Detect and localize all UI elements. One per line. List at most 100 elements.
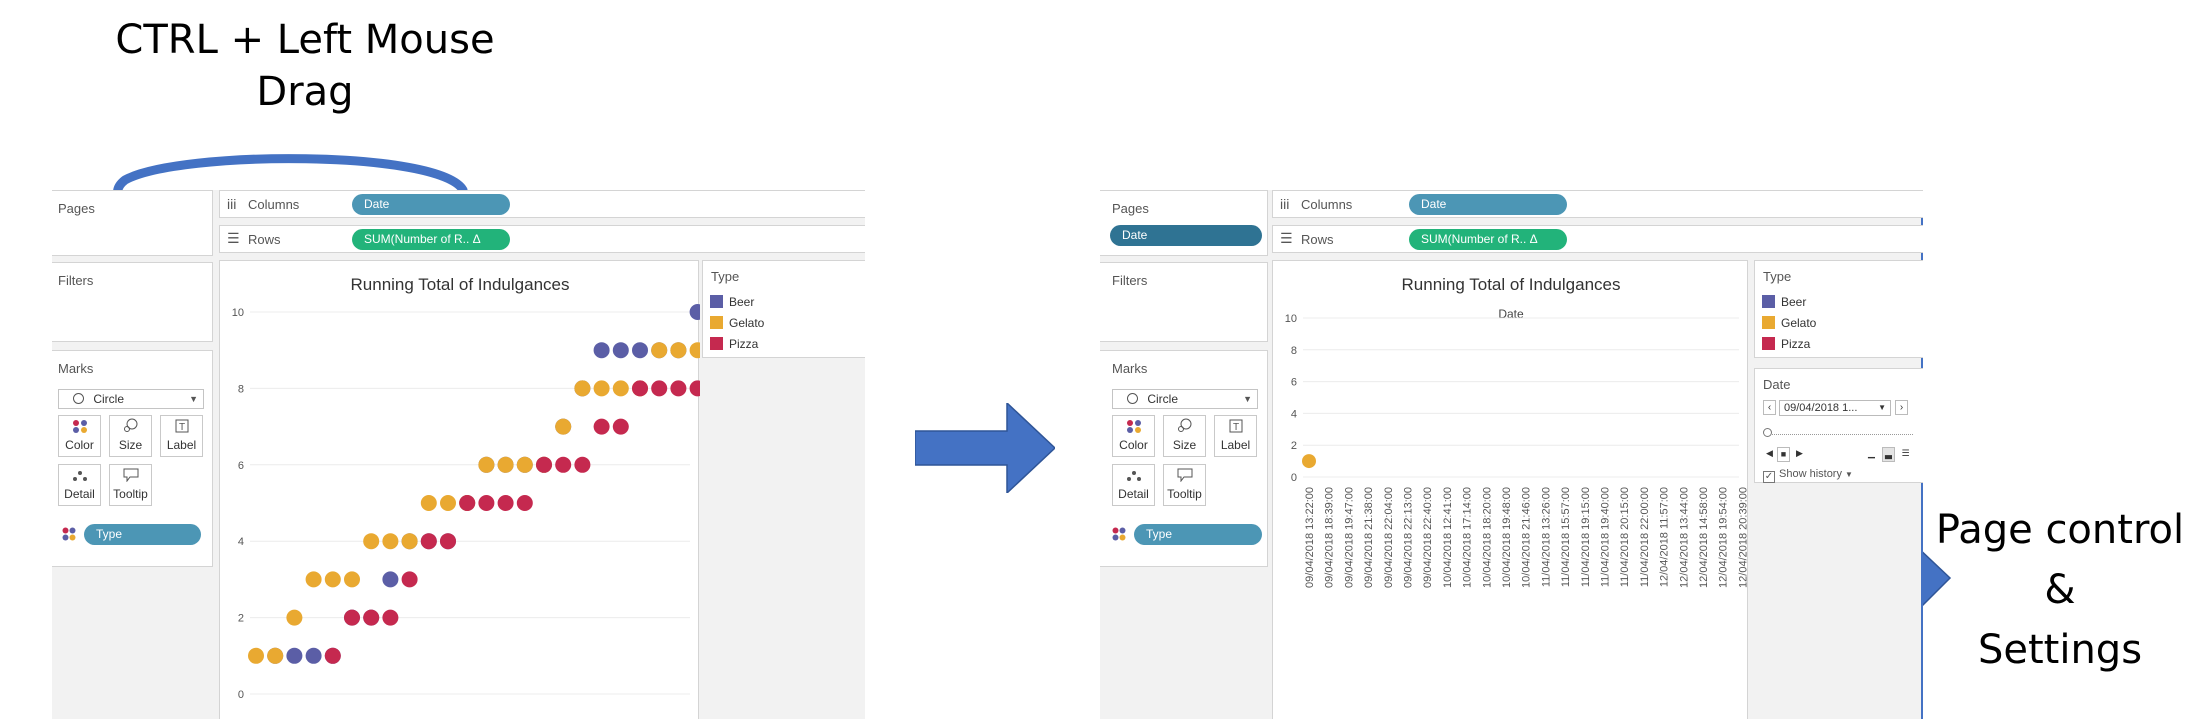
mark-type-dropdown[interactable]: Circle ▼: [58, 389, 204, 409]
data-point-gelato[interactable]: [305, 571, 322, 588]
data-point-gelato[interactable]: [497, 456, 514, 473]
svg-text:T: T: [1233, 422, 1239, 433]
page-value-dropdown[interactable]: 09/04/2018 1... ▼: [1779, 400, 1891, 416]
page-control-title: Date: [1763, 377, 1791, 392]
columns-shelf-after[interactable]: iii Columns Date: [1272, 190, 1923, 218]
legend-item-pizza[interactable]: Pizza: [710, 337, 758, 351]
rows-shelf-after[interactable]: ☰ Rows SUM(Number of R.. Δ: [1272, 225, 1923, 253]
label-button[interactable]: T Label: [160, 415, 203, 457]
date-column-pill-after[interactable]: Date: [1409, 194, 1567, 215]
date-column-pill[interactable]: Date: [352, 194, 510, 215]
data-point-pizza[interactable]: [555, 456, 572, 473]
speed-slow-button[interactable]: ▁: [1865, 447, 1878, 462]
page-slider-handle[interactable]: [1763, 428, 1772, 437]
data-point-beer[interactable]: [382, 571, 399, 588]
data-point-beer[interactable]: [305, 647, 322, 664]
data-point-pizza[interactable]: [670, 380, 687, 397]
data-point-gelato[interactable]: [555, 418, 572, 435]
play-forward-button[interactable]: ▶: [1793, 447, 1806, 462]
filters-shelf-after[interactable]: Filters: [1100, 262, 1268, 342]
data-point-gelato[interactable]: [478, 456, 495, 473]
label-button-after[interactable]: T Label: [1214, 415, 1257, 457]
data-point-gelato[interactable]: [248, 647, 264, 664]
pages-shelf-after[interactable]: Pages Date: [1100, 190, 1268, 256]
detail-button-after[interactable]: Detail: [1112, 464, 1155, 506]
data-point-gelato[interactable]: [612, 380, 629, 397]
pages-shelf[interactable]: Pages: [52, 190, 213, 256]
speed-fast-button[interactable]: ☰: [1899, 447, 1912, 462]
data-point-beer[interactable]: [286, 647, 303, 664]
data-point-pizza[interactable]: [593, 418, 610, 435]
legend-item-beer-after[interactable]: Beer: [1762, 295, 1806, 309]
data-point-pizza[interactable]: [651, 380, 668, 397]
data-point-pizza[interactable]: [497, 495, 514, 511]
legend-item-gelato[interactable]: Gelato: [710, 316, 764, 330]
beer-swatch: [710, 295, 723, 308]
x-tick-label: 11/04/2018 19:15:00: [1580, 487, 1592, 587]
type-color-pill-after[interactable]: Type: [1134, 524, 1262, 545]
play-backward-button[interactable]: ◀: [1763, 447, 1776, 462]
date-pages-pill[interactable]: Date: [1110, 225, 1262, 246]
data-point-pizza[interactable]: [420, 533, 437, 550]
detail-button[interactable]: Detail: [58, 464, 101, 506]
data-point-pizza[interactable]: [612, 418, 629, 435]
prev-page-button[interactable]: ‹: [1763, 400, 1776, 415]
data-point-pizza[interactable]: [382, 609, 399, 626]
type-color-pill[interactable]: Type: [84, 524, 201, 545]
data-point-pizza[interactable]: [689, 380, 700, 397]
data-point-gelato[interactable]: [593, 380, 610, 397]
legend-item-pizza-after[interactable]: Pizza: [1762, 337, 1810, 351]
legend-item-gelato-after[interactable]: Gelato: [1762, 316, 1816, 330]
data-point-gelato[interactable]: [401, 533, 418, 550]
data-point-gelato[interactable]: [363, 533, 380, 550]
columns-shelf[interactable]: iii Columns Date: [219, 190, 865, 218]
color-button-after[interactable]: Color: [1112, 415, 1155, 457]
data-point-gelato[interactable]: [516, 456, 533, 473]
filters-shelf[interactable]: Filters: [52, 262, 213, 342]
data-point-pizza[interactable]: [478, 495, 495, 511]
speed-medium-button[interactable]: ▃: [1882, 447, 1895, 462]
data-point-gelato[interactable]: [440, 495, 456, 511]
show-history-checkbox[interactable]: ✓: [1763, 471, 1775, 483]
data-point-pizza[interactable]: [440, 533, 456, 550]
data-point-pizza[interactable]: [363, 609, 380, 626]
size-button-after[interactable]: Size: [1163, 415, 1206, 457]
data-point-gelato[interactable]: [286, 609, 303, 626]
size-button[interactable]: Size: [109, 415, 152, 457]
next-page-button[interactable]: ›: [1895, 400, 1908, 415]
data-point-pizza[interactable]: [324, 647, 341, 664]
data-point-gelato[interactable]: [324, 571, 341, 588]
data-point-pizza[interactable]: [344, 609, 360, 626]
page-slider-track[interactable]: [1763, 428, 1913, 437]
data-point-beer[interactable]: [593, 342, 610, 359]
color-button[interactable]: Color: [58, 415, 101, 457]
rows-shelf[interactable]: ☰ Rows SUM(Number of R.. Δ: [219, 225, 865, 253]
legend-item-beer[interactable]: Beer: [710, 295, 754, 309]
data-point-pizza[interactable]: [459, 495, 476, 511]
mark-type-dropdown-after[interactable]: Circle ▼: [1112, 389, 1258, 409]
data-point-gelato[interactable]: [689, 342, 700, 359]
data-point-gelato[interactable]: [420, 495, 437, 511]
rows-measure-pill[interactable]: SUM(Number of R.. Δ: [352, 229, 510, 250]
stop-button[interactable]: ■: [1777, 447, 1790, 462]
data-point-gelato[interactable]: [670, 342, 687, 359]
data-point-pizza[interactable]: [516, 495, 533, 511]
data-point-pizza[interactable]: [401, 571, 418, 588]
data-point-gelato[interactable]: [1302, 454, 1316, 469]
data-point-pizza[interactable]: [536, 456, 552, 473]
data-point-gelato[interactable]: [382, 533, 399, 550]
data-point-beer[interactable]: [689, 304, 700, 320]
rows-measure-pill-after[interactable]: SUM(Number of R.. Δ: [1409, 229, 1567, 250]
x-tick-label: 11/04/2018 15:57:00: [1560, 487, 1572, 587]
data-point-pizza[interactable]: [632, 380, 648, 397]
tooltip-button-after[interactable]: Tooltip: [1163, 464, 1206, 506]
data-point-gelato[interactable]: [267, 647, 284, 664]
show-history-control[interactable]: ✓ Show history ▼: [1763, 468, 1853, 483]
tooltip-button[interactable]: Tooltip: [109, 464, 152, 506]
data-point-gelato[interactable]: [651, 342, 668, 359]
data-point-gelato[interactable]: [344, 571, 360, 588]
data-point-pizza[interactable]: [574, 456, 591, 473]
data-point-beer[interactable]: [612, 342, 629, 359]
data-point-beer[interactable]: [632, 342, 648, 359]
data-point-gelato[interactable]: [574, 380, 591, 397]
